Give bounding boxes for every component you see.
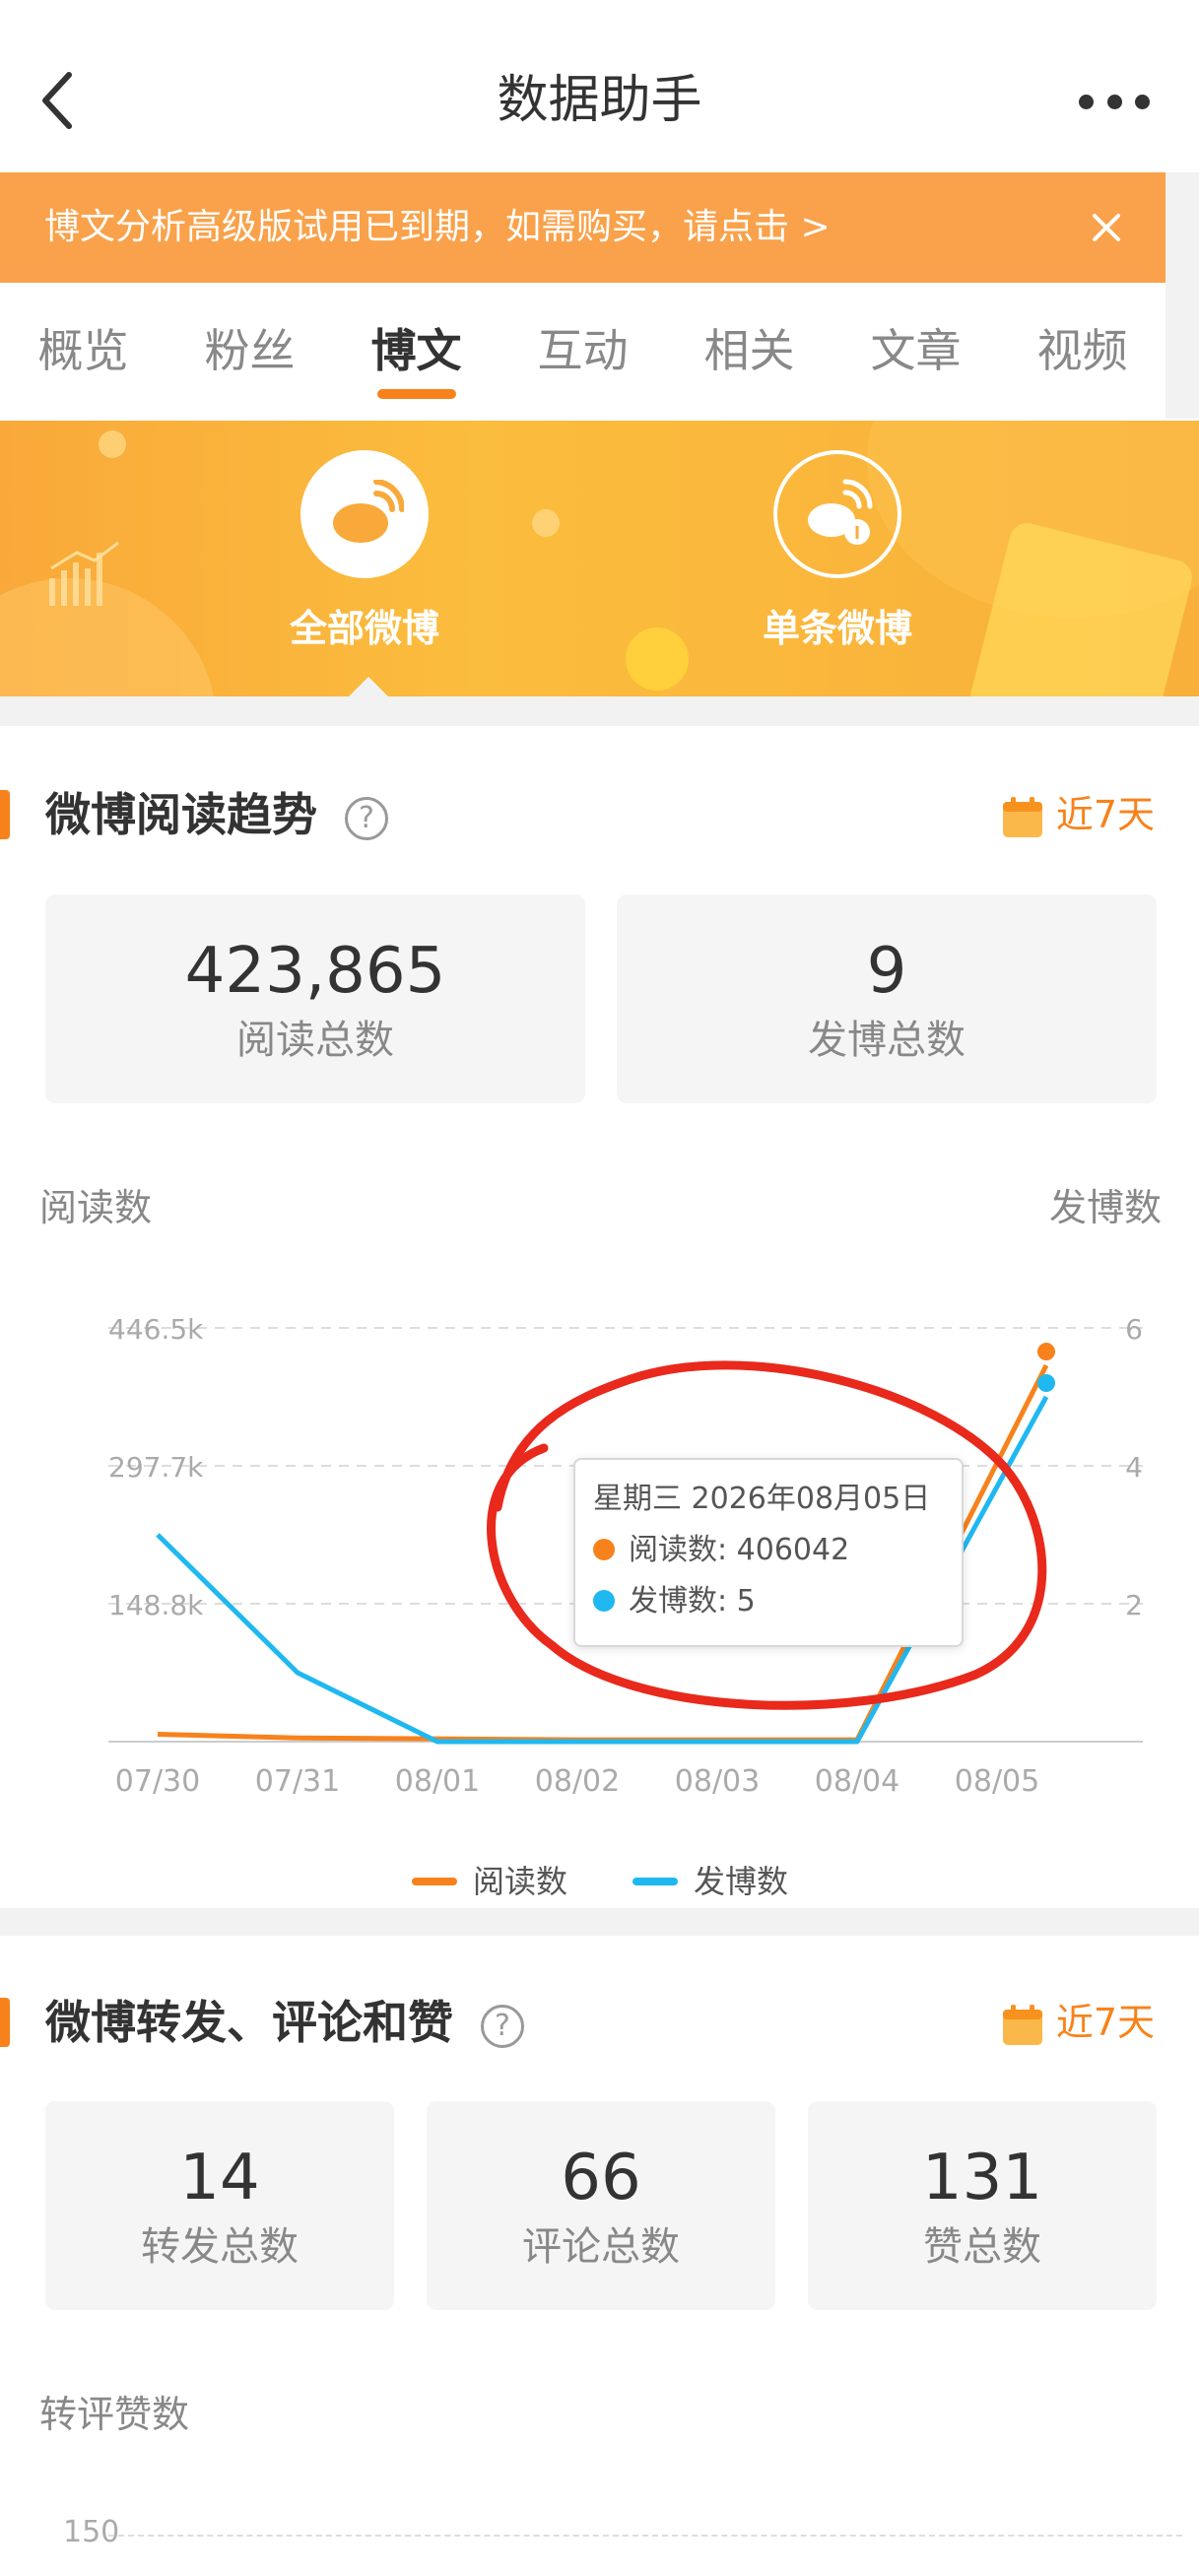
reads-legend-label[interactable]: 阅读数: [473, 1852, 567, 1911]
chart-tooltip: 星期三 2026年08月05日 阅读数: 406042 发博数: 5: [573, 1458, 964, 1647]
total-reads-value: 423,865: [184, 935, 446, 1008]
reads-legend-swatch: [412, 1878, 457, 1885]
tooltip-reads-row: 阅读数: 406042: [593, 1525, 944, 1576]
period-label: 近7天: [1055, 2001, 1155, 2044]
total-posts-value: 9: [866, 935, 907, 1008]
section-title: 微博转发、评论和赞 ?: [45, 1978, 525, 2067]
interaction-grid-line: [108, 2535, 1182, 2537]
section-accent-bar: [0, 1998, 10, 2047]
x-tick-label: 07/31: [255, 1764, 340, 1799]
tab-related[interactable]: 相关: [666, 283, 833, 419]
section-divider: [0, 1908, 1199, 1936]
help-icon[interactable]: ?: [481, 2004, 525, 2048]
post-type-hero: 全部微博 单条微博: [0, 421, 1199, 696]
y-right-tick-label: 2: [1125, 1589, 1143, 1621]
tooltip-date: 星期三 2026年08月05日: [593, 1482, 931, 1516]
y-right-tick-label: 4: [1125, 1451, 1143, 1484]
single-weibo-icon: [773, 450, 901, 578]
tab-bar: 概览 粉丝 博文 互动 相关 文章 视频: [0, 283, 1166, 419]
comments-card: 66 评论总数: [427, 2101, 775, 2310]
series-point-posts: [1037, 1374, 1055, 1392]
top-bar: 数据助手: [0, 0, 1199, 172]
x-tick-label: 08/05: [955, 1764, 1039, 1799]
reading-trend-title: 微博阅读趋势: [45, 788, 317, 841]
chart-legend: 阅读数 发博数: [0, 1852, 1199, 1911]
y-left-tick-label: 446.5k: [108, 1313, 204, 1346]
x-tick-label: 08/02: [535, 1764, 620, 1799]
more-dots-icon[interactable]: [1079, 89, 1150, 114]
trial-expired-banner[interactable]: 博文分析高级版试用已到期，如需购买，请点击 >: [0, 172, 1166, 283]
total-reads-card: 423,865 阅读总数: [45, 894, 585, 1103]
tab-videos[interactable]: 视频: [999, 283, 1166, 419]
scroll-edge: [1166, 172, 1199, 419]
help-icon[interactable]: ?: [345, 796, 389, 840]
page-title: 数据助手: [497, 71, 702, 130]
likes-label: 赞总数: [923, 2224, 1041, 2270]
all-posts-label: 全部微博: [289, 607, 439, 650]
calendar-icon: [1002, 2004, 1042, 2045]
left-axis-caption: 阅读数: [39, 1186, 153, 1229]
weibo-logo-icon: [300, 450, 429, 578]
single-post-label: 单条微博: [762, 607, 912, 650]
posts-legend-swatch: [633, 1878, 678, 1885]
selected-pointer: [347, 677, 390, 698]
interaction-axis-caption: 转评赞数: [39, 2393, 190, 2436]
tab-articles[interactable]: 文章: [833, 283, 999, 419]
tab-posts[interactable]: 博文: [333, 283, 500, 419]
likes-value: 131: [921, 2142, 1043, 2214]
right-axis-caption: 发博数: [1048, 1186, 1162, 1229]
x-tick-label: 08/01: [395, 1764, 480, 1799]
y-left-tick-label: 148.8k: [108, 1589, 204, 1621]
all-posts-button[interactable]: 全部微博: [236, 450, 493, 652]
calendar-icon: [1002, 796, 1042, 837]
banner-text[interactable]: 博文分析高级版试用已到期，如需购买，请点击 >: [44, 172, 831, 283]
x-tick-label: 08/04: [815, 1764, 899, 1799]
tab-overview[interactable]: 概览: [0, 283, 167, 419]
x-tick-label: 07/30: [115, 1764, 200, 1799]
comments-value: 66: [561, 2142, 641, 2214]
total-posts-label: 发博总数: [808, 1018, 966, 1063]
tab-fans[interactable]: 粉丝: [167, 283, 333, 419]
section-title: 微博阅读趋势 ?: [45, 770, 389, 859]
mini-chart-decor: [49, 541, 119, 606]
decor-circle: [626, 627, 689, 691]
total-reads-label: 阅读总数: [236, 1018, 394, 1063]
tooltip-posts: 发博数: 5: [629, 1584, 756, 1618]
total-posts-card: 9 发博总数: [617, 894, 1157, 1103]
posts-dot: [593, 1589, 615, 1612]
interaction-header: 微博转发、评论和赞 ? 近7天: [0, 1978, 1199, 2067]
tooltip-posts-row: 发博数: 5: [593, 1576, 944, 1627]
posts-legend-label[interactable]: 发博数: [694, 1852, 788, 1911]
interaction-title: 微博转发、评论和赞: [45, 1996, 453, 2049]
section-divider: [0, 696, 1199, 726]
section-accent-bar: [0, 790, 10, 839]
tab-interaction[interactable]: 互动: [500, 283, 666, 419]
y-left-tick-label: 297.7k: [108, 1451, 204, 1484]
period-selector[interactable]: 近7天: [1001, 1978, 1155, 2067]
likes-card: 131 赞总数: [808, 2101, 1157, 2310]
series-point-reads: [1037, 1343, 1055, 1361]
interaction-top-tick: 150: [63, 2515, 120, 2549]
comments-label: 评论总数: [522, 2224, 680, 2270]
reposts-card: 14 转发总数: [45, 2101, 394, 2310]
reposts-value: 14: [179, 2142, 260, 2214]
decor-circle: [99, 430, 126, 458]
single-post-button[interactable]: 单条微博: [709, 450, 966, 652]
reposts-label: 转发总数: [141, 2224, 299, 2270]
x-tick-label: 08/03: [675, 1764, 760, 1799]
reading-trend-header: 微博阅读趋势 ? 近7天: [0, 770, 1199, 859]
y-right-tick-label: 6: [1125, 1313, 1143, 1346]
reads-dot: [593, 1538, 615, 1560]
decor-circle: [532, 509, 560, 537]
period-selector[interactable]: 近7天: [1001, 770, 1155, 859]
period-label: 近7天: [1055, 793, 1155, 836]
close-icon[interactable]: [1087, 208, 1126, 247]
tooltip-reads: 阅读数: 406042: [629, 1533, 850, 1567]
